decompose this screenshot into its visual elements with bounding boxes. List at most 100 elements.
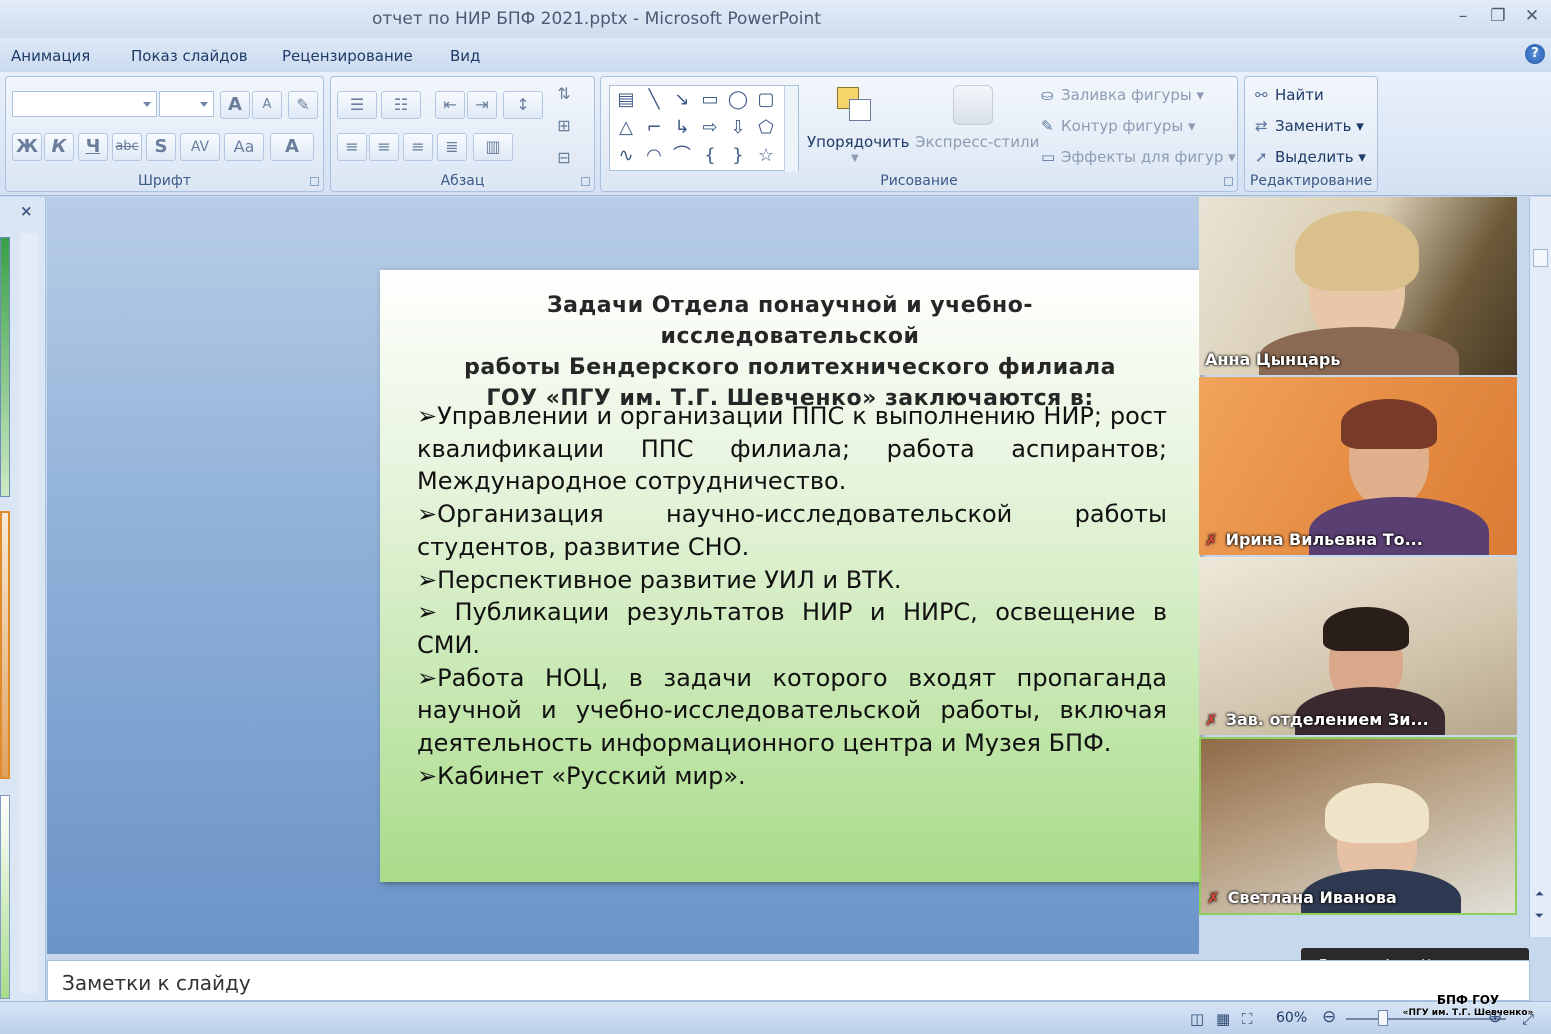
curve-shape-icon[interactable]: ⌒ xyxy=(670,144,694,168)
notes-pane[interactable]: Заметки к слайду xyxy=(47,960,1530,1001)
shape-effects-button[interactable]: ▭ Эффекты для фигур ▾ xyxy=(1041,148,1236,166)
text-direction-icon[interactable]: ⇅ xyxy=(549,81,579,109)
participant-video[interactable]: Анна Цынцарь xyxy=(1199,197,1517,375)
minimize-button[interactable]: – xyxy=(1450,6,1476,26)
oval-shape-icon[interactable]: ◯ xyxy=(726,88,750,112)
watermark: БПФ ГОУ «ПГУ им. Т.Г. Шевченко» xyxy=(1402,993,1534,1019)
zoom-out-icon[interactable]: ⊖ xyxy=(1322,1007,1336,1027)
arrange-dropdown-icon[interactable]: ▼ xyxy=(851,153,859,164)
quick-styles-button[interactable]: Экспресс-стили xyxy=(915,133,1039,151)
justify-icon[interactable]: ≣ xyxy=(437,133,467,161)
quick-styles-icon[interactable] xyxy=(953,85,993,125)
elbow-arrow-icon[interactable]: ↳ xyxy=(670,116,694,140)
triangle-shape-icon[interactable]: △ xyxy=(614,116,638,140)
char-spacing-button[interactable]: AV xyxy=(180,133,220,161)
line-shape-icon[interactable]: ╲ xyxy=(642,88,666,112)
participant-hair xyxy=(1325,783,1429,843)
prev-slide-icon[interactable]: ⏶ xyxy=(1535,887,1544,901)
columns-icon[interactable]: ▥ xyxy=(473,133,513,161)
shape-outline-button[interactable]: ✎ Контур фигуры ▾ xyxy=(1041,117,1196,135)
shrink-font-button[interactable]: A xyxy=(252,91,282,119)
find-button[interactable]: ⚯ Найти xyxy=(1255,86,1324,104)
numbering-icon[interactable]: ☷ xyxy=(381,91,421,119)
underline-button[interactable]: Ч xyxy=(78,133,108,161)
tab-slideshow[interactable]: Показ слайдов xyxy=(131,47,248,65)
increase-indent-icon[interactable]: ⇥ xyxy=(467,91,497,119)
star-shape-icon[interactable]: ☆ xyxy=(754,144,778,168)
smartart-icon[interactable]: ⊟ xyxy=(549,145,579,173)
align-text-icon[interactable]: ⊞ xyxy=(549,113,579,141)
align-center-icon[interactable]: ≡ xyxy=(369,133,399,161)
tab-view[interactable]: Вид xyxy=(450,47,480,65)
line-spacing-icon[interactable]: ↕ xyxy=(503,91,543,119)
font-name-combo[interactable] xyxy=(12,91,157,117)
cursor-icon: ➚ xyxy=(1255,148,1268,166)
maximize-button[interactable]: ❐ xyxy=(1485,6,1511,26)
normal-view-icon[interactable]: ◫ xyxy=(1190,1010,1204,1028)
slide-title[interactable]: Задачи Отдела понаучной и учебно-исследо… xyxy=(420,290,1160,414)
close-button[interactable]: ✕ xyxy=(1519,6,1545,26)
slideshow-icon[interactable]: ⛶ xyxy=(1242,1010,1253,1028)
bullets-icon[interactable]: ☰ xyxy=(337,91,377,119)
pentagon-shape-icon[interactable]: ⬠ xyxy=(754,116,778,140)
scroll-thumb[interactable] xyxy=(1533,249,1548,267)
right-brace-icon[interactable]: } xyxy=(726,144,750,168)
select-button[interactable]: ➚ Выделить ▾ xyxy=(1255,148,1366,166)
slide-thumbnail[interactable] xyxy=(0,237,10,497)
arrow-shape-icon[interactable]: ↘ xyxy=(670,88,694,112)
participant-video-active[interactable]: ✗ Светлана Иванова xyxy=(1199,737,1517,915)
elbow-connector-icon[interactable]: ⌐ xyxy=(642,116,666,140)
change-case-button[interactable]: Aa xyxy=(224,133,264,161)
bold-button[interactable]: Ж xyxy=(12,133,42,161)
arrange-button[interactable]: Упорядочить xyxy=(807,133,909,151)
align-right-icon[interactable]: ≡ xyxy=(403,133,433,161)
down-arrow-shape-icon[interactable]: ⇩ xyxy=(726,116,750,140)
slide[interactable]: Задачи Отдела понаучной и учебно-исследо… xyxy=(380,270,1200,882)
slide-thumbnail-selected[interactable] xyxy=(0,511,10,779)
zoom-slider-thumb[interactable] xyxy=(1378,1010,1388,1026)
shape-fill-button[interactable]: ⛀ Заливка фигуры ▾ xyxy=(1041,86,1204,104)
arrange-icon[interactable] xyxy=(833,83,877,127)
align-left-icon[interactable]: ≡ xyxy=(337,133,367,161)
zoom-level[interactable]: 60% xyxy=(1276,1010,1307,1026)
strikethrough-button[interactable]: abc xyxy=(112,133,142,161)
grow-font-button[interactable]: A xyxy=(220,91,250,119)
rectangle-shape-icon[interactable]: ▭ xyxy=(698,88,722,112)
drawing-dialog-launcher[interactable] xyxy=(1224,177,1233,186)
bullet-item: Публикации результатов НИР и НИРС, освещ… xyxy=(417,596,1167,661)
slide-vertical-scrollbar[interactable]: ⏶ ⏷ xyxy=(1529,197,1551,937)
right-arrow-shape-icon[interactable]: ⇨ xyxy=(698,116,722,140)
font-color-button[interactable]: A xyxy=(270,133,314,161)
slides-panel-scrollbar[interactable] xyxy=(20,233,38,993)
participant-video[interactable]: ✗ Зав. отделением Зи... xyxy=(1199,557,1517,735)
clear-format-icon[interactable]: ✎ xyxy=(288,91,318,119)
participant-hair xyxy=(1323,607,1409,651)
paint-bucket-icon: ⛀ xyxy=(1041,86,1054,104)
rounded-rect-shape-icon[interactable]: ▢ xyxy=(754,88,778,112)
status-bar: ◫ ▦ ⛶ 60% ⊖ ⊕ ⤢ xyxy=(0,1001,1551,1034)
tab-animation[interactable]: Анимация xyxy=(11,47,90,65)
close-panel-icon[interactable]: × xyxy=(20,202,33,220)
font-size-combo[interactable] xyxy=(159,91,214,117)
font-dialog-launcher[interactable] xyxy=(310,177,319,186)
italic-button[interactable]: К xyxy=(44,133,74,161)
replace-button[interactable]: ⇄ Заменить ▾ xyxy=(1255,117,1364,135)
paragraph-dialog-launcher[interactable] xyxy=(581,177,590,186)
slide-sorter-icon[interactable]: ▦ xyxy=(1216,1010,1230,1028)
arc-shape-icon[interactable]: ◠ xyxy=(642,144,666,168)
textbox-shape-icon[interactable]: ▤ xyxy=(614,88,638,112)
tab-review[interactable]: Рецензирование xyxy=(282,47,413,65)
left-brace-icon[interactable]: { xyxy=(698,144,722,168)
shapes-gallery-scroll[interactable] xyxy=(784,86,798,172)
slide-body[interactable]: Управлении и организации ППС к выполнени… xyxy=(417,400,1167,792)
next-slide-icon[interactable]: ⏷ xyxy=(1535,909,1544,923)
paragraph-group: ☰ ☷ ⇤ ⇥ ↕ ⇅ ⊞ ⊟ ≡ ≡ ≡ ≣ ▥ Абзац xyxy=(330,76,595,192)
shadow-button[interactable]: S xyxy=(146,133,176,161)
freeform-shape-icon[interactable]: ∿ xyxy=(614,144,638,168)
decrease-indent-icon[interactable]: ⇤ xyxy=(435,91,465,119)
muted-mic-icon: ✗ xyxy=(1207,889,1220,907)
effects-icon: ▭ xyxy=(1041,148,1056,166)
help-icon[interactable]: ? xyxy=(1525,44,1545,64)
participant-video[interactable]: ✗ Ирина Вильевна То... xyxy=(1199,377,1517,555)
slide-thumbnail[interactable] xyxy=(0,795,10,999)
